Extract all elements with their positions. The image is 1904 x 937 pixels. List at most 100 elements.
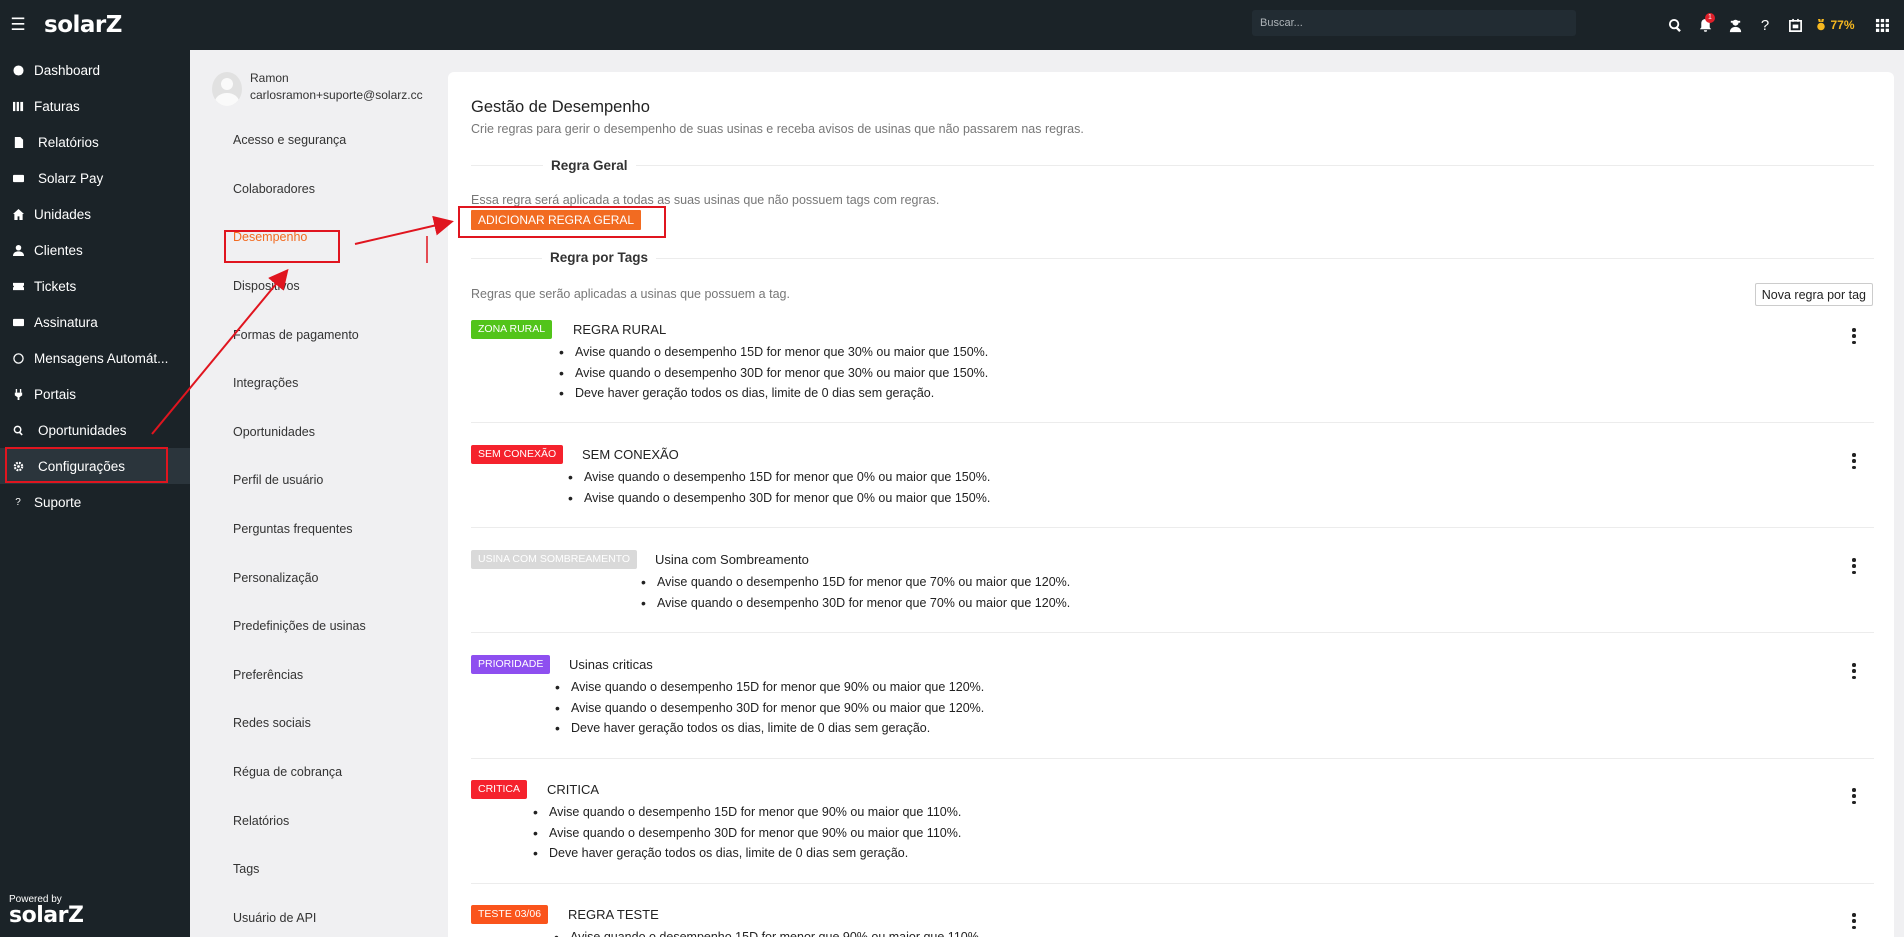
- user-email: carlosramon+suporte@solarz.cc: [250, 88, 423, 102]
- search-box[interactable]: [1252, 10, 1576, 36]
- rule-separator: [471, 883, 1874, 884]
- nav-item-dashboard[interactable]: Dashboard: [0, 52, 190, 88]
- nav-item-suporte[interactable]: ? Suporte: [0, 484, 190, 520]
- settings-item-12[interactable]: Preferências: [233, 651, 366, 700]
- section-divider: [471, 165, 1874, 166]
- help-question-icon[interactable]: ?: [1750, 0, 1780, 50]
- new-tag-rule-button[interactable]: Nova regra por tag: [1754, 283, 1873, 306]
- powered-by: Powered by solarZ: [9, 894, 84, 928]
- rule-conditions: Avise quando o desempenho 15D for menor …: [533, 802, 961, 864]
- nav-item-oportunidades[interactable]: Oportunidades: [0, 412, 190, 448]
- annotation-box-add-rule: [458, 206, 666, 238]
- nav-item-tickets[interactable]: Tickets: [0, 268, 190, 304]
- rule-condition: Deve haver geração todos os dias, limite…: [559, 383, 988, 404]
- user-profile: Ramon carlosramon+suporte@solarz.cc: [212, 70, 423, 106]
- rule-condition: Avise quando o desempenho 30D for menor …: [559, 363, 988, 384]
- tag-rules-title: Regra por Tags: [542, 250, 657, 265]
- annotation-box-desempenho: [224, 230, 340, 263]
- nav-item-unidades[interactable]: Unidades: [0, 196, 190, 232]
- settings-item-14[interactable]: Régua de cobrança: [233, 748, 366, 797]
- rule-name: CRITICA: [547, 782, 599, 797]
- nav-item-clientes[interactable]: Clientes: [0, 232, 190, 268]
- settings-item-6[interactable]: Integrações: [233, 359, 366, 408]
- settings-item-5[interactable]: Formas de pagamento: [233, 310, 366, 359]
- notifications-bell-icon[interactable]: 1: [1690, 0, 1720, 50]
- rule-conditions: Avise quando o desempenho 15D for menor …: [555, 677, 984, 739]
- rule-condition: Deve haver geração todos os dias, limite…: [555, 718, 984, 739]
- rule-tag-badge: CRITICA: [471, 780, 527, 799]
- nav-item-assinatura[interactable]: Assinatura: [0, 304, 190, 340]
- settings-item-9[interactable]: Perguntas frequentes: [233, 505, 366, 554]
- score-indicator[interactable]: 77%: [1810, 18, 1860, 32]
- home-icon: [12, 208, 24, 220]
- settings-item-11[interactable]: Predefinições de usinas: [233, 602, 366, 651]
- rule-tag-badge: TESTE 03/06: [471, 905, 549, 924]
- rule-condition: Avise quando o desempenho 15D for menor …: [641, 572, 1070, 593]
- ticket-icon: [12, 280, 24, 292]
- settings-item-13[interactable]: Redes sociais: [233, 699, 366, 748]
- brand-logo[interactable]: solarZ: [44, 12, 122, 38]
- rule-separator: [471, 632, 1874, 633]
- apps-grid-icon[interactable]: [1860, 0, 1904, 50]
- kebab-menu-icon[interactable]: [1851, 453, 1857, 469]
- settings-item-17[interactable]: Usuário de API: [233, 894, 366, 937]
- rule-condition: Avise quando o desempenho 15D for menor …: [559, 342, 988, 363]
- rule-condition: Avise quando o desempenho 15D for menor …: [554, 927, 982, 937]
- rule-name: Usina com Sombreamento: [655, 552, 809, 567]
- rule-name: SEM CONEXÃO: [582, 447, 679, 462]
- nav-item-portais[interactable]: Portais: [0, 376, 190, 412]
- calendar-icon[interactable]: [1780, 0, 1810, 50]
- kebab-menu-icon[interactable]: [1851, 913, 1857, 929]
- score-value: 77%: [1830, 18, 1855, 32]
- nav-item-faturas[interactable]: Faturas: [0, 88, 190, 124]
- search-input[interactable]: [1260, 17, 1576, 29]
- dashboard-icon: [12, 64, 24, 76]
- main-panel: Gestão de Desempenho Crie regras para ge…: [448, 72, 1894, 937]
- settings-item-4[interactable]: Dispositivos: [233, 262, 366, 311]
- invoice-icon: [12, 100, 24, 112]
- rule-conditions: Avise quando o desempenho 15D for menor …: [554, 927, 982, 937]
- avatar: [212, 72, 242, 106]
- card-icon: [12, 316, 24, 328]
- powered-by-logo: solarZ: [9, 903, 84, 928]
- settings-item-7[interactable]: Oportunidades: [233, 408, 366, 457]
- rule-condition: Avise quando o desempenho 15D for menor …: [533, 802, 961, 823]
- settings-item-1[interactable]: Acesso e segurança: [233, 116, 366, 165]
- annotation-box-configuracoes: [5, 447, 168, 483]
- settings-item-10[interactable]: Personalização: [233, 553, 366, 602]
- rule-tag-badge: SEM CONEXÃO: [471, 445, 564, 464]
- user-name: Ramon: [250, 71, 289, 85]
- rule-name: REGRA RURAL: [573, 322, 667, 337]
- kebab-menu-icon[interactable]: [1851, 788, 1857, 804]
- nav-item-mensagens[interactable]: Mensagens Automát...: [0, 340, 190, 376]
- page-title: Gestão de Desempenho: [471, 98, 650, 116]
- page-subtitle: Crie regras para gerir o desempenho de s…: [471, 122, 1084, 136]
- kebab-menu-icon[interactable]: [1851, 328, 1857, 344]
- hamburger-menu-icon[interactable]: ☰: [0, 0, 36, 50]
- rule-separator: [471, 527, 1874, 528]
- report-icon: [12, 136, 24, 148]
- nav-item-solarz-pay[interactable]: Solarz Pay: [0, 160, 190, 196]
- settings-item-15[interactable]: Relatórios: [233, 796, 366, 845]
- settings-item-16[interactable]: Tags: [233, 845, 366, 894]
- question-icon: ?: [15, 496, 21, 508]
- plug-icon: [12, 388, 24, 400]
- rule-condition: Avise quando o desempenho 30D for menor …: [555, 698, 984, 719]
- rule-conditions: Avise quando o desempenho 15D for menor …: [641, 572, 1070, 613]
- kebab-menu-icon[interactable]: [1851, 558, 1857, 574]
- rule-condition: Avise quando o desempenho 15D for menor …: [568, 467, 990, 488]
- left-navigation: Dashboard Faturas Relatórios Solarz Pay …: [0, 50, 190, 937]
- top-icons: 1 ? 77%: [1660, 0, 1904, 50]
- rule-condition: Deve haver geração todos os dias, limite…: [533, 843, 961, 864]
- nav-item-relatorios[interactable]: Relatórios: [0, 124, 190, 160]
- search-icon[interactable]: [1660, 0, 1690, 50]
- section-divider: [471, 258, 1874, 259]
- rule-tag-badge: PRIORIDADE: [471, 655, 551, 674]
- kebab-menu-icon[interactable]: [1851, 663, 1857, 679]
- settings-item-8[interactable]: Perfil de usuário: [233, 456, 366, 505]
- support-agent-icon[interactable]: [1720, 0, 1750, 50]
- settings-menu: Ramon carlosramon+suporte@solarz.cc Aces…: [190, 50, 448, 937]
- notification-badge: 1: [1705, 13, 1715, 23]
- rule-conditions: Avise quando o desempenho 15D for menor …: [559, 342, 988, 404]
- settings-item-2[interactable]: Colaboradores: [233, 165, 366, 214]
